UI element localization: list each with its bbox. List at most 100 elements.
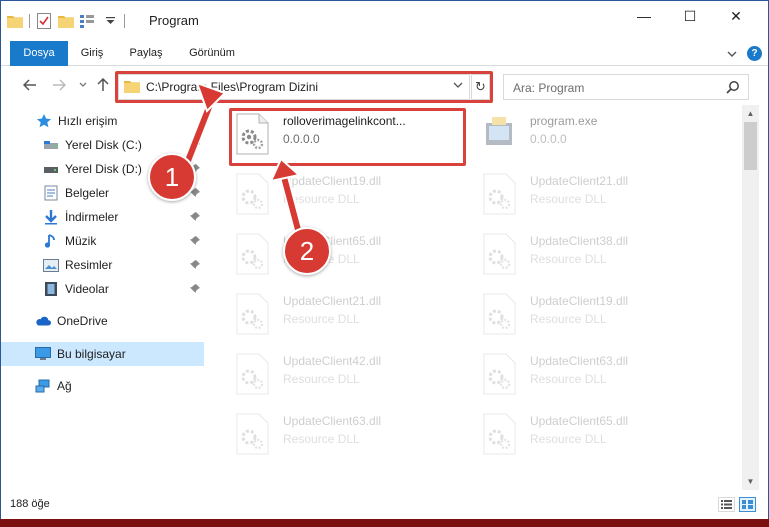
sidebar-item-label: Belgeler bbox=[65, 186, 110, 200]
sidebar-item-label: Yerel Disk (C:) bbox=[65, 138, 142, 152]
up-button[interactable] bbox=[93, 75, 113, 95]
back-button[interactable] bbox=[20, 75, 40, 95]
tiles-view-icon[interactable] bbox=[739, 497, 756, 512]
customize-toolbar-chevron-icon[interactable] bbox=[102, 13, 118, 29]
new-folder-icon[interactable] bbox=[58, 13, 74, 29]
dll-gear-icon bbox=[235, 413, 269, 455]
up-arrow-icon bbox=[97, 78, 109, 91]
file-description: Resource DLL bbox=[283, 372, 360, 386]
address-highlight-box bbox=[115, 71, 493, 103]
network-icon bbox=[35, 378, 51, 394]
sidebar-item-quick-access[interactable]: Hızlı erişim bbox=[1, 109, 204, 133]
cloud-icon bbox=[35, 313, 51, 329]
file-name: UpdateClient21.dll bbox=[283, 294, 382, 308]
file-name: UpdateClient65.dll bbox=[530, 414, 629, 428]
tab-home[interactable]: Giriş bbox=[71, 41, 113, 66]
file-tile[interactable]: UpdateClient63.dll Resource DLL bbox=[233, 407, 473, 463]
view-options-icon[interactable] bbox=[80, 13, 96, 29]
sidebar-item-downloads[interactable]: İndirmeler bbox=[1, 205, 204, 229]
sidebar-item-onedrive[interactable]: OneDrive bbox=[1, 309, 204, 333]
tab-share[interactable]: Paylaş bbox=[121, 41, 171, 66]
ribbon-tabs: Dosya Giriş Paylaş Görünüm ? bbox=[1, 41, 768, 66]
file-tile[interactable]: UpdateClient21.dll Resource DLL bbox=[233, 287, 473, 343]
scroll-up-icon[interactable]: ▲ bbox=[742, 105, 759, 122]
item-count: 188 öğe bbox=[10, 498, 50, 510]
tab-file[interactable]: Dosya bbox=[10, 41, 68, 66]
file-tile[interactable]: UpdateClient63.dll Resource DLL bbox=[480, 347, 720, 403]
pin-icon[interactable] bbox=[190, 139, 200, 153]
file-description: Resource DLL bbox=[283, 432, 360, 446]
file-tile[interactable]: UpdateClient42.dll Resource DLL bbox=[233, 347, 473, 403]
file-tile[interactable]: UpdateClient21.dll Resource DLL bbox=[480, 167, 720, 223]
file-tile[interactable]: UpdateClient19.dll Resource DLL bbox=[480, 287, 720, 343]
sidebar-item-label: Müzik bbox=[65, 234, 97, 248]
step-2-badge: 2 bbox=[283, 227, 331, 275]
file-description: Resource DLL bbox=[530, 372, 607, 386]
folder-icon[interactable] bbox=[7, 13, 23, 29]
dll-gear-icon bbox=[482, 293, 516, 335]
vertical-scrollbar[interactable]: ▲ ▼ bbox=[742, 105, 759, 490]
forward-arrow-icon bbox=[53, 79, 66, 91]
maximize-button[interactable]: ☐ bbox=[667, 1, 713, 31]
title-bar: Program — ☐ ✕ bbox=[1, 1, 768, 41]
sidebar-item-label: Hızlı erişim bbox=[58, 114, 118, 128]
file-name: program.exe bbox=[530, 114, 598, 128]
dll-gear-icon bbox=[482, 173, 516, 215]
search-input[interactable]: Ara: Program bbox=[503, 74, 749, 100]
tab-view[interactable]: Görünüm bbox=[181, 41, 243, 66]
file-name: UpdateClient42.dll bbox=[283, 354, 382, 368]
minimize-icon: — bbox=[637, 8, 651, 24]
close-icon: ✕ bbox=[730, 7, 742, 24]
file-name: UpdateClient63.dll bbox=[530, 354, 629, 368]
minimize-button[interactable]: — bbox=[621, 1, 667, 31]
forward-button[interactable] bbox=[49, 75, 69, 95]
dll-gear-icon bbox=[482, 353, 516, 395]
sidebar-item-label: Yerel Disk (D:) bbox=[65, 162, 142, 176]
search-icon[interactable] bbox=[726, 80, 740, 97]
sidebar-item-network[interactable]: Ağ bbox=[1, 374, 204, 398]
view-toggle bbox=[718, 497, 756, 512]
file-tile[interactable]: UpdateClient65.dll Resource DLL bbox=[233, 227, 473, 283]
expand-ribbon-chevron-icon[interactable] bbox=[727, 47, 737, 61]
pin-icon[interactable] bbox=[190, 259, 200, 273]
dll-gear-icon bbox=[482, 233, 516, 275]
file-name: UpdateClient19.dll bbox=[283, 174, 382, 188]
ribbon-controls: ? bbox=[727, 46, 762, 61]
file-tile[interactable]: UpdateClient65.dll Resource DLL bbox=[480, 407, 720, 463]
close-button[interactable]: ✕ bbox=[713, 1, 759, 31]
toolbar-divider bbox=[124, 14, 125, 28]
sidebar-item-music[interactable]: Müzik bbox=[1, 229, 204, 253]
file-description: Resource DLL bbox=[530, 252, 607, 266]
pin-icon[interactable] bbox=[190, 283, 200, 297]
dll-gear-icon bbox=[235, 173, 269, 215]
drive-icon bbox=[43, 137, 59, 153]
sidebar-item-this-pc[interactable]: Bu bilgisayar bbox=[1, 342, 204, 366]
scroll-down-icon[interactable]: ▼ bbox=[742, 473, 759, 490]
file-description: Resource DLL bbox=[530, 192, 607, 206]
pin-icon[interactable] bbox=[190, 235, 200, 249]
details-view-icon[interactable] bbox=[718, 497, 735, 512]
status-bar: 188 öğe bbox=[1, 493, 768, 519]
help-icon[interactable]: ? bbox=[747, 46, 762, 61]
scroll-thumb[interactable] bbox=[744, 122, 757, 170]
video-icon bbox=[43, 281, 59, 297]
file-tile[interactable]: UpdateClient19.dll Resource DLL bbox=[233, 167, 473, 223]
sidebar-item-label: Videolar bbox=[65, 282, 109, 296]
file-highlight-box bbox=[229, 108, 466, 166]
pin-icon[interactable] bbox=[190, 211, 200, 225]
file-tile[interactable]: UpdateClient38.dll Resource DLL bbox=[480, 227, 720, 283]
star-icon bbox=[36, 113, 52, 129]
properties-icon[interactable] bbox=[36, 13, 52, 29]
sidebar-item-videos[interactable]: Videolar bbox=[1, 277, 204, 301]
file-tile-program-exe[interactable]: program.exe 0.0.0.0 bbox=[480, 107, 720, 163]
sidebar-item-pictures[interactable]: Resimler bbox=[1, 253, 204, 277]
recent-locations-button[interactable] bbox=[73, 75, 93, 95]
sidebar-item-label: İndirmeler bbox=[65, 210, 119, 224]
dll-gear-icon bbox=[235, 233, 269, 275]
toolbar-divider bbox=[29, 14, 30, 28]
sidebar-item-label: OneDrive bbox=[57, 314, 108, 328]
drive-icon bbox=[43, 161, 59, 177]
file-description: Resource DLL bbox=[530, 432, 607, 446]
file-name: UpdateClient63.dll bbox=[283, 414, 382, 428]
music-icon bbox=[43, 233, 59, 249]
